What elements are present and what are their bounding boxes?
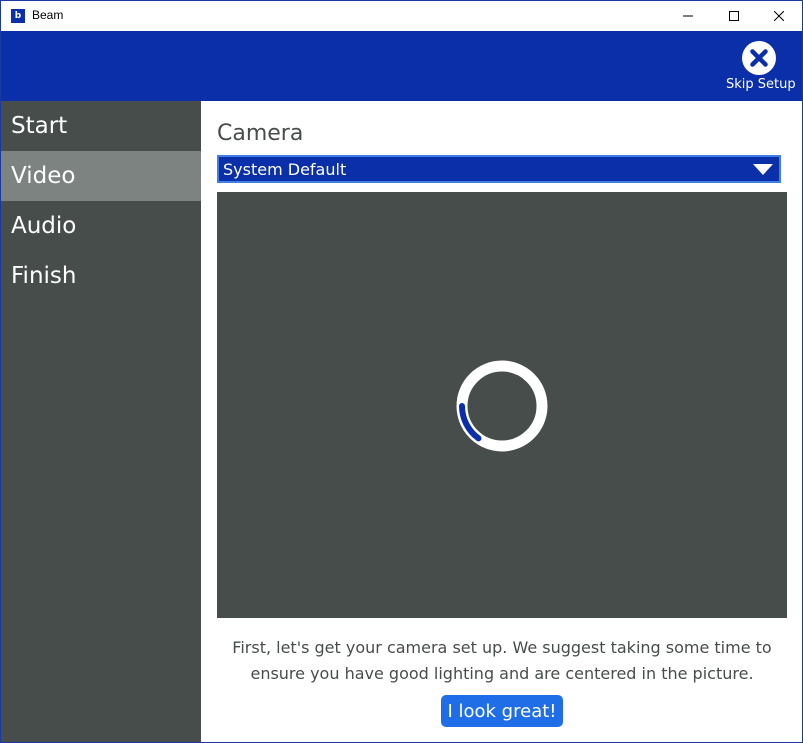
header-bar <box>1 31 802 101</box>
window-title: Beam <box>32 8 64 22</box>
beam-app-icon: b <box>11 9 25 23</box>
instructions-line-2: ensure you have good lighting and are ce… <box>250 664 754 683</box>
maximize-icon <box>729 11 739 21</box>
close-circle-icon <box>742 41 776 75</box>
page-title: Camera <box>217 121 304 146</box>
instructions-text: First, let's get your camera set up. We … <box>217 635 787 687</box>
title-bar[interactable]: b Beam <box>1 1 802 31</box>
main-content: Camera System Default First, let's get y… <box>201 101 802 742</box>
camera-preview <box>217 192 787 618</box>
close-icon <box>774 11 784 21</box>
camera-select-dropdown[interactable]: System Default <box>217 155 781 183</box>
loading-spinner-icon <box>456 360 548 452</box>
sidebar-item-video[interactable]: Video <box>1 151 201 201</box>
sidebar-item-start[interactable]: Start <box>1 101 201 151</box>
chevron-down-icon <box>753 164 773 175</box>
sidebar: Start Video Audio Finish <box>1 101 201 742</box>
i-look-great-button[interactable]: I look great! <box>441 695 563 727</box>
minimize-icon <box>683 15 693 17</box>
close-window-button[interactable] <box>756 1 802 31</box>
app-window: b Beam Skip Setup Start Video Audio Fini… <box>0 0 803 743</box>
minimize-button[interactable] <box>665 1 711 31</box>
camera-select-value: System Default <box>223 160 347 179</box>
maximize-button[interactable] <box>711 1 757 31</box>
skip-setup-label: Skip Setup <box>726 77 796 92</box>
instructions-line-1: First, let's get your camera set up. We … <box>232 638 772 657</box>
sidebar-item-finish[interactable]: Finish <box>1 251 201 301</box>
sidebar-item-audio[interactable]: Audio <box>1 201 201 251</box>
skip-setup-button[interactable]: Skip Setup <box>726 41 796 93</box>
